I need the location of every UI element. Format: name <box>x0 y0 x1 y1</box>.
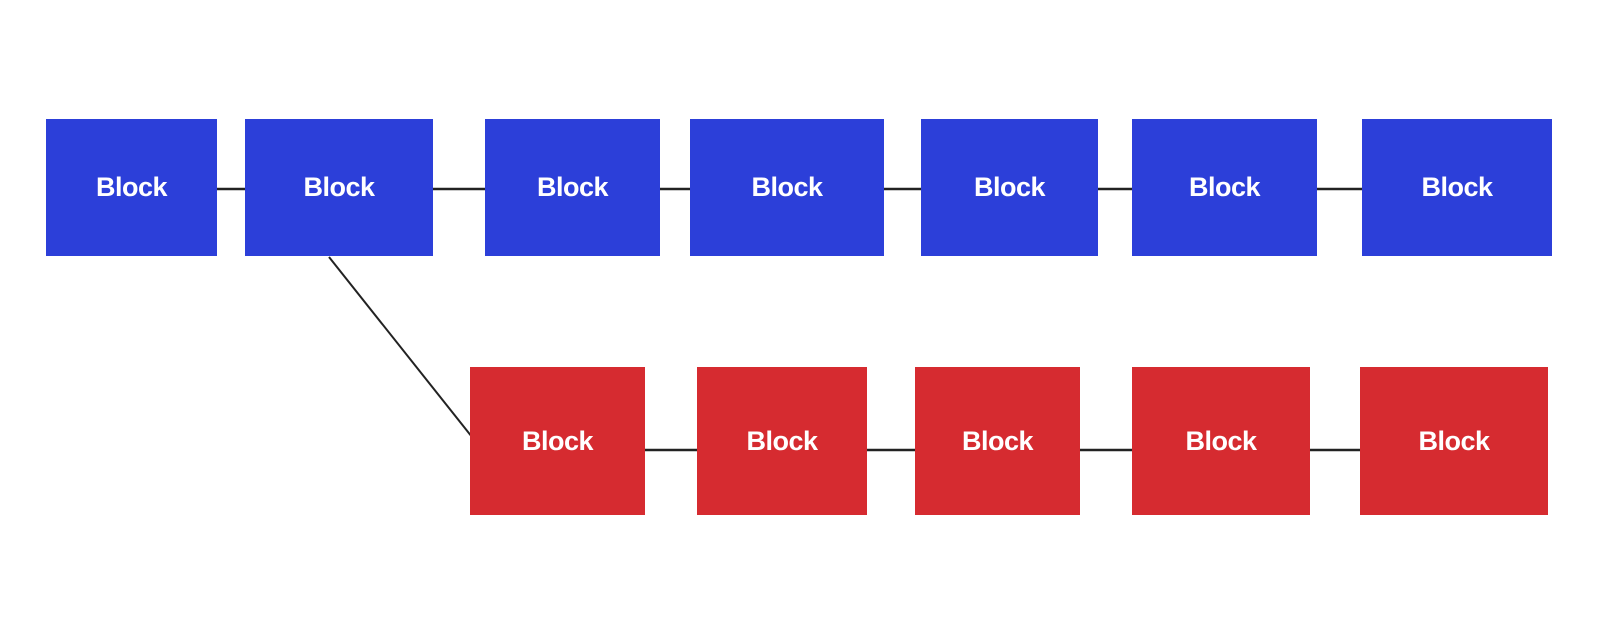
main-chain-block-1[interactable]: Block <box>46 119 217 256</box>
fork-chain-block-5[interactable]: Block <box>1360 367 1548 515</box>
fork-chain-block-2[interactable]: Block <box>697 367 867 515</box>
main-chain-block-3[interactable]: Block <box>485 119 660 256</box>
block-label: Block <box>746 425 818 456</box>
block-label: Block <box>1185 425 1257 456</box>
fork-chain-block-3[interactable]: Block <box>915 367 1080 515</box>
block-label: Block <box>751 172 823 202</box>
main-chain-block-6[interactable]: Block <box>1132 119 1317 256</box>
main-chain-block-2[interactable]: Block <box>245 119 433 256</box>
block-label: Block <box>1421 172 1493 202</box>
block-label: Block <box>521 425 594 456</box>
diagram-canvas: Block Block Block Block Block Block Bloc… <box>0 0 1600 626</box>
block-label: Block <box>1418 425 1490 456</box>
main-chain-block-5[interactable]: Block <box>921 119 1098 256</box>
block-label: Block <box>536 172 609 202</box>
block-label: Block <box>1188 172 1261 202</box>
block-label: Block <box>95 172 168 202</box>
main-chain-block-7[interactable]: Block <box>1362 119 1552 256</box>
block-label: Block <box>303 172 375 202</box>
fork-chain-block-1[interactable]: Block <box>470 367 645 515</box>
main-chain-block-4[interactable]: Block <box>690 119 884 256</box>
connector-b2-r1 <box>328 256 473 438</box>
connector-layer <box>213 187 1364 452</box>
fork-chain-block-4[interactable]: Block <box>1132 367 1310 515</box>
block-label: Block <box>961 425 1034 456</box>
block-label: Block <box>973 172 1046 202</box>
